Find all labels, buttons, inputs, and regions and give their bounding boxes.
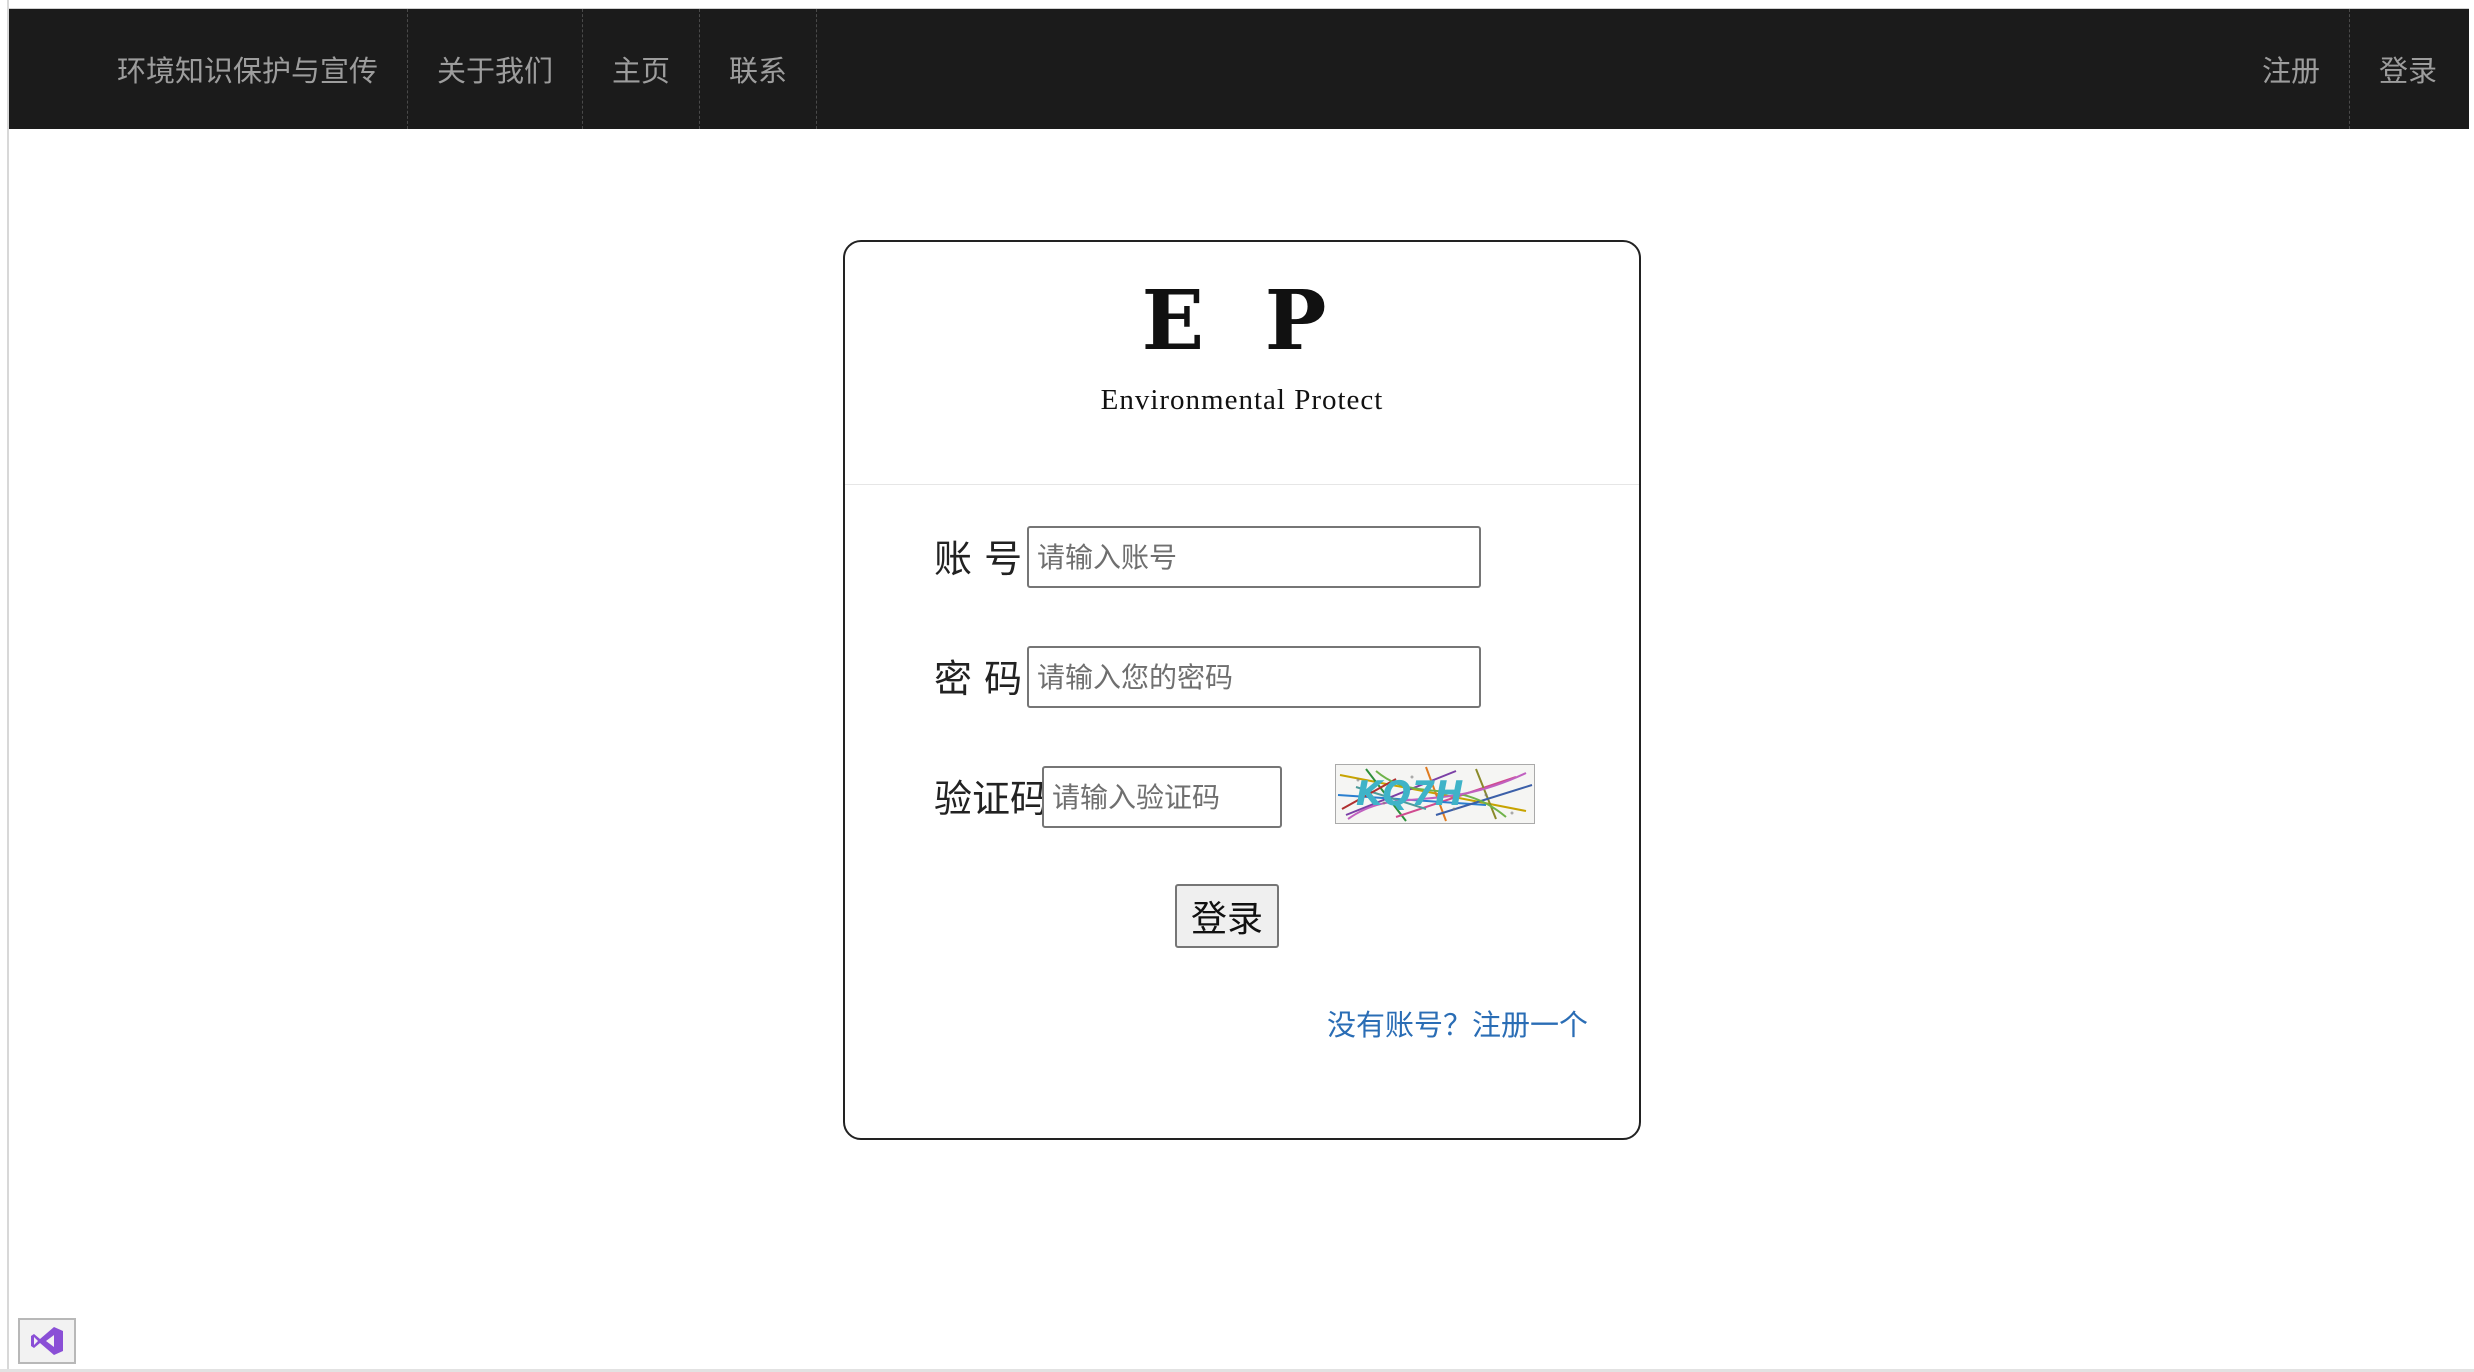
navbar-brand[interactable]: 环境知识保护与宣传 xyxy=(9,9,409,129)
captcha-text: KQ7H xyxy=(1356,774,1463,814)
logo-subtitle: Environmental Protect xyxy=(1100,384,1384,416)
nav-link-about[interactable]: 关于我们 xyxy=(408,9,584,129)
top-navbar: 环境知识保护与宣传 关于我们 主页 联系 注册 登录 xyxy=(9,9,2469,129)
login-card-header: E P Environmental Protect xyxy=(845,242,1639,485)
password-input[interactable] xyxy=(1027,646,1481,708)
account-label: 账 号 xyxy=(934,537,1023,581)
navbar-right: 注册 登录 xyxy=(2233,9,2469,129)
logo-title: E P xyxy=(1141,273,1343,369)
captcha-label: 验证码 xyxy=(934,777,1049,821)
captcha-image[interactable]: KQ7H xyxy=(1335,764,1535,824)
window-left-edge xyxy=(0,0,9,1372)
captcha-noise-graphic: KQ7H xyxy=(1336,765,1534,823)
account-input[interactable] xyxy=(1027,526,1481,588)
login-button[interactable]: 登录 xyxy=(1175,884,1279,948)
nav-link-login[interactable]: 登录 xyxy=(2350,9,2469,129)
captcha-input[interactable] xyxy=(1042,766,1282,828)
register-link[interactable]: 没有账号？注册一个 xyxy=(1327,1002,1588,1044)
nav-link-register[interactable]: 注册 xyxy=(2233,9,2350,129)
navbar-left: 环境知识保护与宣传 关于我们 主页 联系 xyxy=(9,9,818,129)
nav-link-contact[interactable]: 联系 xyxy=(700,9,818,129)
nav-link-home[interactable]: 主页 xyxy=(583,9,701,129)
login-card: E P Environmental Protect 账 号 密 码 验证码 xyxy=(843,240,1641,1140)
password-label: 密 码 xyxy=(934,657,1023,701)
visual-studio-logo-graphic xyxy=(31,1327,63,1355)
window-right-edge xyxy=(2469,0,2474,1372)
window-top-edge xyxy=(0,0,2474,9)
page: 环境知识保护与宣传 关于我们 主页 联系 注册 登录 E P Environme… xyxy=(0,0,2474,1372)
visual-studio-icon[interactable] xyxy=(18,1318,76,1364)
